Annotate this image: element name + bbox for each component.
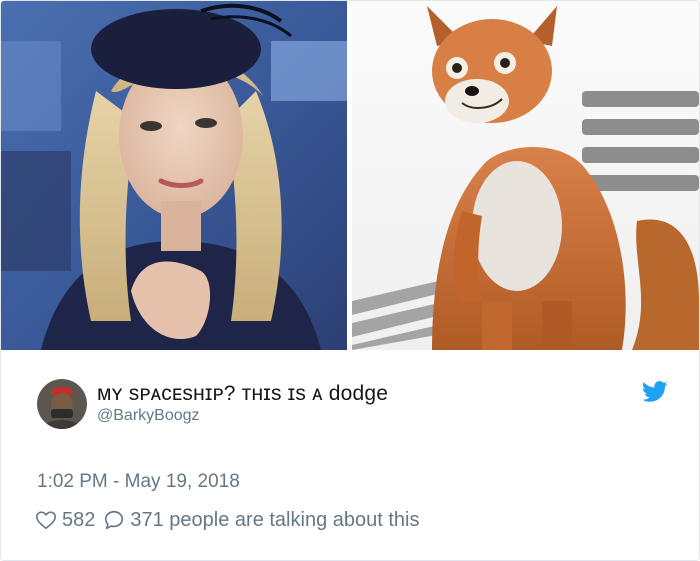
- heart-icon[interactable]: [35, 509, 57, 531]
- tweet-timestamp[interactable]: 1:02 PM - May 19, 2018: [37, 471, 240, 493]
- tweet-actions: 582 371 people are talking about this: [35, 506, 427, 534]
- photo-woman[interactable]: [1, 1, 347, 350]
- user-handle[interactable]: @BarkyBoogz: [97, 407, 200, 425]
- twitter-bird-icon[interactable]: [641, 381, 668, 403]
- tweet-header: ᴍʏ sᴘᴀᴄᴇsʜɪᴘ? ᴛʜɪs ɪs ᴀ dodge @BarkyBoog…: [1, 379, 699, 439]
- tweet-card: ᴍʏ sᴘᴀᴄᴇsʜɪᴘ? ᴛʜɪs ɪs ᴀ dodge @BarkyBoog…: [0, 0, 700, 561]
- like-count[interactable]: 582: [62, 509, 95, 532]
- speech-bubble-icon[interactable]: [103, 509, 125, 531]
- reply-count[interactable]: 371 people are talking about this: [130, 509, 419, 532]
- display-name[interactable]: ᴍʏ sᴘᴀᴄᴇsʜɪᴘ? ᴛʜɪs ɪs ᴀ dodge: [97, 382, 388, 406]
- avatar[interactable]: [37, 379, 87, 429]
- tweet-media: [1, 1, 699, 350]
- photo-fox[interactable]: [352, 1, 699, 350]
